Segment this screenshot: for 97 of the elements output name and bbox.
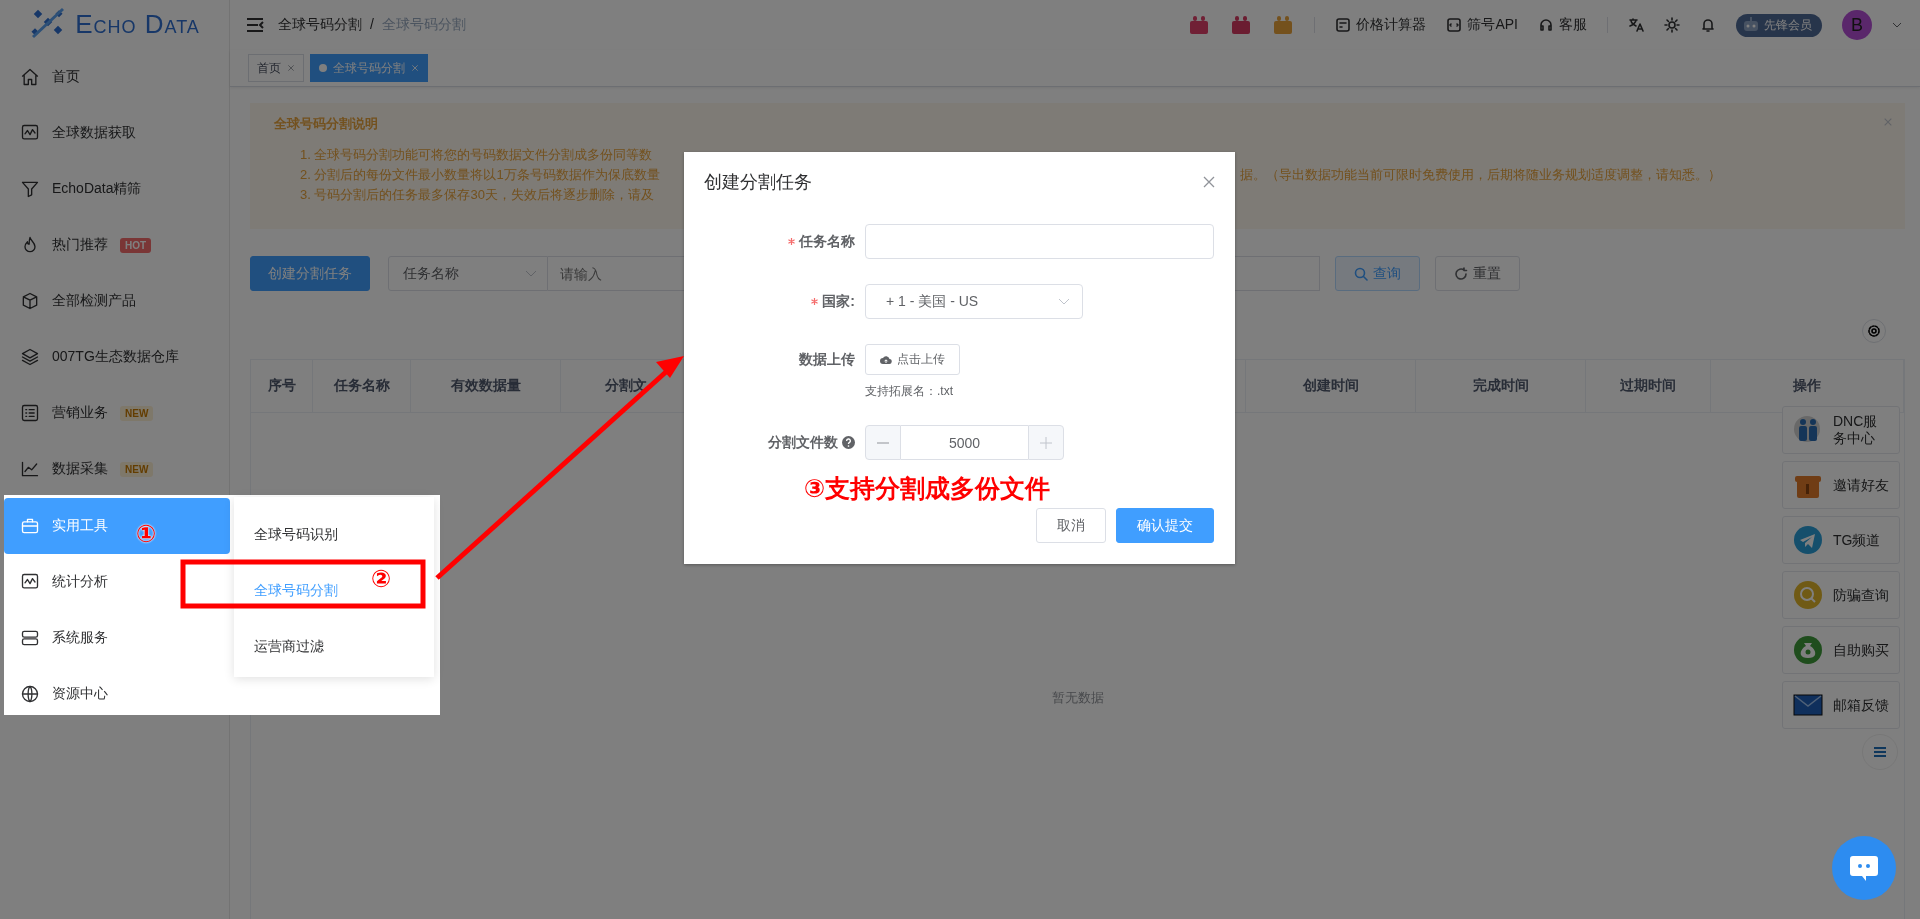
notice-text: 3. 号码分割后的任务最多保存30天，失效后将逐步删除，请及	[300, 186, 655, 204]
magnifier-icon	[1793, 580, 1823, 610]
step-marker: ①	[136, 520, 157, 548]
notice-title: 全球号码分割说明	[274, 115, 379, 133]
cancel-button[interactable]: 取消	[1036, 508, 1106, 543]
filter-select[interactable]: 任务名称	[388, 256, 548, 291]
text-field[interactable]	[865, 224, 1214, 259]
list-icon	[20, 403, 40, 423]
gift-icon	[1230, 15, 1253, 35]
side-panel-item[interactable]: 自助购买	[1782, 626, 1900, 674]
notice-text: 2. 分割后的每份文件最小数量将以1万条号码数据作为保底数量	[300, 166, 661, 184]
submenu-item[interactable]: 运营商过滤	[234, 619, 324, 675]
step-marker: ②	[371, 565, 392, 593]
sidebar-item[interactable]: EchoData精筛	[0, 161, 229, 217]
cube-icon	[20, 291, 40, 311]
reset-button[interactable]: 重置	[1435, 256, 1520, 291]
field-label: 任务名称	[799, 232, 855, 251]
side-panel-item[interactable]: 防骗查询	[1782, 571, 1900, 619]
menu-item[interactable]: 统计分析	[4, 554, 230, 610]
hint-text: 支持拓展名：.txt	[865, 383, 954, 400]
notice-text: 据。（导出数据功能当前可限时免费使用，后期将随业务规划适度调整，请知悉。）	[1240, 166, 1722, 184]
refresh-icon	[1454, 266, 1468, 281]
caret-icon	[1892, 22, 1902, 28]
country-select[interactable]: + 1 - 美国 - US	[865, 284, 1083, 319]
field-label: 国家:	[822, 292, 855, 311]
badge: NEW	[120, 405, 154, 421]
submenu-item[interactable]: 全球号码识别	[234, 507, 338, 563]
tab[interactable]: 首页	[248, 54, 304, 82]
menu-item[interactable]: 系统服务	[4, 610, 230, 666]
search-icon	[1354, 266, 1368, 281]
gift-icon	[1188, 15, 1211, 35]
header-link[interactable]: 价格计算器	[1335, 16, 1427, 34]
globe-icon	[20, 684, 40, 704]
close-icon	[411, 64, 419, 72]
bell-icon	[1700, 17, 1716, 33]
server-icon	[20, 628, 40, 648]
sun-icon	[1664, 17, 1680, 33]
member-label: 先锋会员	[1764, 16, 1812, 34]
annotation-text: ③支持分割成多份文件	[804, 473, 1051, 504]
money-bag-icon	[1793, 635, 1823, 665]
logo-text: Echo Data	[75, 9, 200, 40]
settings-button[interactable]	[1862, 319, 1886, 343]
sidebar-item[interactable]: 全部检测产品	[0, 273, 229, 329]
side-panel-item[interactable]: 邮箱反馈	[1782, 681, 1900, 729]
sidebar-item[interactable]: 007TG生态数据仓库	[0, 329, 229, 385]
sidebar-item[interactable]: 全球数据获取	[0, 105, 229, 161]
submenu-item[interactable]: 全球号码分割	[234, 563, 338, 619]
calculator-icon	[1335, 17, 1352, 33]
badge: NEW	[120, 461, 154, 477]
robot-icon	[1742, 17, 1760, 33]
close-icon	[1203, 176, 1215, 188]
minus-icon	[877, 441, 889, 444]
gear-icon	[1867, 324, 1881, 338]
sidebar-item[interactable]: 数据采集 NEW	[0, 441, 229, 497]
header-link[interactable]: 筛号API	[1446, 16, 1518, 34]
chart-icon	[20, 572, 40, 592]
plus-icon	[1040, 436, 1052, 449]
menu-icon	[1873, 746, 1887, 758]
side-panel-item[interactable]: TG频道	[1782, 516, 1900, 564]
chart-icon	[20, 123, 40, 143]
chevron-icon	[1058, 297, 1070, 306]
menu-button[interactable]	[1862, 734, 1898, 770]
sidebar-item[interactable]: 营销业务 NEW	[0, 385, 229, 441]
notice-text: 1. 全球号码分割功能可将您的号码数据文件分割成多份同等数	[300, 146, 654, 164]
briefcase-icon	[20, 516, 40, 536]
close-icon	[287, 64, 295, 72]
home-icon	[20, 67, 40, 87]
cloud-upload-icon	[880, 354, 892, 365]
translate-icon	[1628, 17, 1644, 33]
breadcrumb-item[interactable]: 全球号码分割	[278, 16, 362, 32]
close-icon	[1883, 117, 1893, 127]
sidebar-item[interactable]: 热门推荐 HOT	[0, 217, 229, 273]
badge: HOT	[120, 237, 152, 253]
side-panel-item[interactable]: 邀请好友	[1782, 461, 1900, 509]
breadcrumb-separator: /	[370, 16, 374, 32]
dialog-title: 创建分割任务	[704, 171, 812, 194]
menu-item[interactable]: 资源中心	[4, 666, 230, 722]
document-icon	[1446, 17, 1463, 33]
header-link[interactable]: 客服	[1538, 16, 1587, 34]
sidebar-item[interactable]: 首页	[0, 49, 229, 105]
dot-icon	[319, 64, 327, 72]
people-icon	[1793, 415, 1823, 445]
menu-icon	[246, 17, 264, 33]
number-field[interactable]: 5000	[901, 425, 1028, 460]
gift-icon	[1272, 15, 1295, 35]
upload-button[interactable]: 点击上传	[865, 344, 960, 375]
field-label: 分割文件数	[768, 433, 838, 452]
chat-icon	[1849, 854, 1879, 882]
layers-icon	[20, 347, 40, 367]
field-label: 数据上传	[799, 350, 855, 369]
side-panel-item[interactable]: DNC服务中心	[1782, 406, 1900, 454]
paper-plane-icon	[1793, 525, 1823, 555]
line-chart-icon	[20, 459, 40, 479]
headset-icon	[1538, 17, 1554, 33]
submit-button[interactable]: 确认提交	[1116, 508, 1214, 543]
caret-icon	[525, 269, 537, 278]
filter-icon	[20, 179, 40, 199]
